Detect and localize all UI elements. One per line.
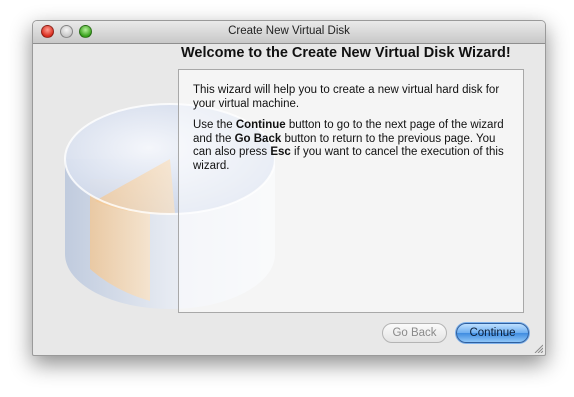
wizard-heading: Welcome to the Create New Virtual Disk W… — [181, 45, 511, 61]
continue-button[interactable]: Continue — [456, 323, 529, 343]
window-title: Create New Virtual Disk — [228, 25, 350, 37]
intro-paragraph: This wizard will help you to create a ne… — [193, 84, 500, 110]
instructions-paragraph: Use the Continue button to go to the nex… — [193, 119, 513, 173]
continue-keyword: Continue — [235, 119, 286, 131]
wizard-window: Create New Virtual Disk Welcome to the C… — [32, 20, 546, 356]
titlebar[interactable]: Create New Virtual Disk — [33, 21, 545, 44]
instructions-text: Use the — [193, 119, 236, 131]
info-panel: This wizard will help you to create a ne… — [178, 69, 524, 313]
goback-keyword: Go Back — [234, 132, 282, 145]
esc-keyword: Esc — [270, 146, 291, 158]
wizard-description: This wizard will help you to create a ne… — [193, 84, 513, 181]
go-back-button[interactable]: Go Back — [382, 323, 447, 343]
resize-grip-icon[interactable] — [533, 343, 543, 353]
